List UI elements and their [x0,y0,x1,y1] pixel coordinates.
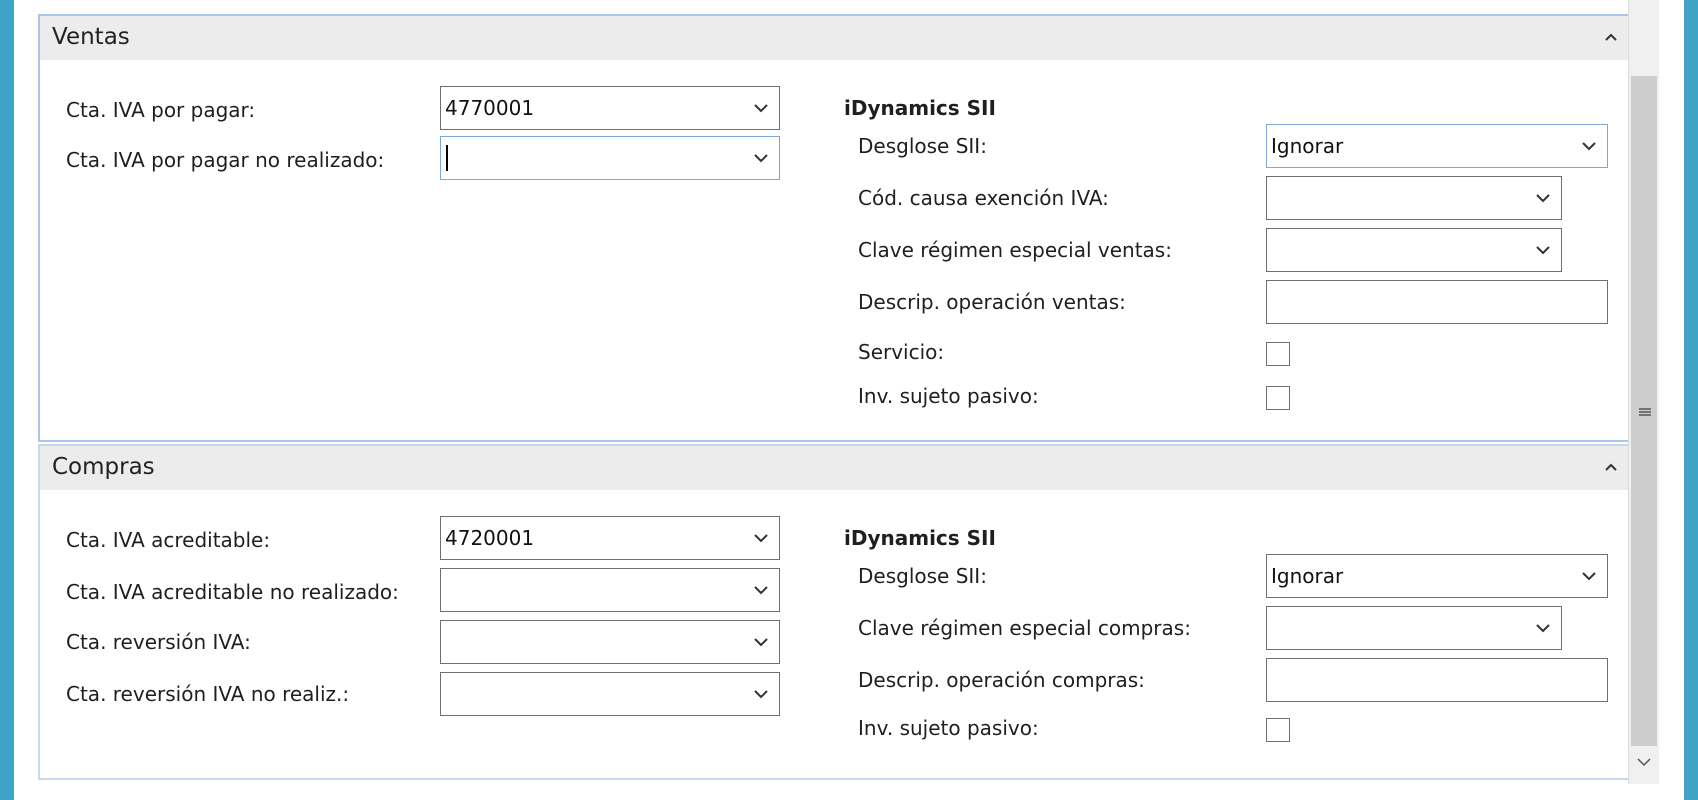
cod-causa-exencion-iva-select[interactable] [1266,176,1562,220]
chevron-up-icon[interactable] [1604,30,1618,44]
clave-regimen-especial-ventas-label: Clave régimen especial ventas: [858,238,1172,262]
cta-reversion-iva-no-realiz-label: Cta. reversión IVA no realiz.: [66,682,350,706]
cta-iva-por-pagar-select[interactable]: 4770001 [440,86,780,130]
inv-sujeto-pasivo-ventas-checkbox[interactable] [1266,386,1290,410]
desglose-sii-compras-label: Desglose SII: [858,564,987,588]
ventas-section: Ventas Cta. IVA por pagar: 4770001 Cta. … [38,14,1640,442]
desglose-sii-compras-select[interactable]: Ignorar [1266,554,1608,598]
compras-header[interactable]: Compras [40,446,1638,490]
chevron-down-icon[interactable] [753,636,769,648]
desglose-sii-value: Ignorar [1271,134,1344,158]
cta-iva-acreditable-no-realizado-label: Cta. IVA acreditable no realizado: [66,580,399,604]
cta-reversion-iva-no-realiz-select[interactable] [440,672,780,716]
descrip-operacion-ventas-input[interactable] [1266,280,1608,324]
cta-iva-acreditable-select[interactable]: 4720001 [440,516,780,560]
chevron-down-icon[interactable] [1636,756,1652,768]
clave-regimen-especial-compras-label: Clave régimen especial compras: [858,616,1191,640]
descrip-operacion-ventas-label: Descrip. operación ventas: [858,290,1126,314]
inv-sujeto-pasivo-compras-label: Inv. sujeto pasivo: [858,716,1039,740]
servicio-checkbox[interactable] [1266,342,1290,366]
chevron-down-icon[interactable] [753,584,769,596]
ventas-title: Ventas [52,24,130,50]
cta-iva-por-pagar-label: Cta. IVA por pagar: [66,98,256,122]
chevron-down-icon[interactable] [1535,192,1551,204]
chevron-down-icon[interactable] [1535,622,1551,634]
cta-iva-acreditable-label: Cta. IVA acreditable: [66,528,271,552]
clave-regimen-especial-ventas-select[interactable] [1266,228,1562,272]
vertical-scrollbar[interactable] [1628,0,1659,784]
cod-causa-exencion-iva-label: Cód. causa exención IVA: [858,186,1109,210]
clave-regimen-especial-compras-select[interactable] [1266,606,1562,650]
cta-iva-por-pagar-no-realizado-label: Cta. IVA por pagar no realizado: [66,148,385,172]
chevron-down-icon[interactable] [1581,570,1597,582]
desglose-sii-label: Desglose SII: [858,134,987,158]
inv-sujeto-pasivo-compras-checkbox[interactable] [1266,718,1290,742]
idynamics-sii-heading: iDynamics SII [844,96,996,120]
inv-sujeto-pasivo-ventas-label: Inv. sujeto pasivo: [858,384,1039,408]
servicio-label: Servicio: [858,340,945,364]
chevron-down-icon[interactable] [753,532,769,544]
cta-iva-por-pagar-value: 4770001 [445,96,535,120]
ventas-header[interactable]: Ventas [40,16,1638,60]
descrip-operacion-compras-label: Descrip. operación compras: [858,668,1145,692]
window-content: Ventas Cta. IVA por pagar: 4770001 Cta. … [14,0,1684,800]
text-cursor [446,145,448,171]
cta-iva-por-pagar-no-realizado-select[interactable] [440,136,780,180]
cta-reversion-iva-select[interactable] [440,620,780,664]
cta-reversion-iva-label: Cta. reversión IVA: [66,630,251,654]
scrollbar-thumb[interactable] [1631,76,1657,746]
chevron-down-icon[interactable] [753,152,769,164]
chevron-down-icon[interactable] [753,102,769,114]
idynamics-sii-heading-compras: iDynamics SII [844,526,996,550]
chevron-down-icon[interactable] [1581,140,1597,152]
chevron-down-icon[interactable] [1535,244,1551,256]
chevron-down-icon[interactable] [753,688,769,700]
descrip-operacion-compras-input[interactable] [1266,658,1608,702]
grip-icon [1639,408,1651,416]
chevron-up-icon[interactable] [1604,460,1618,474]
cta-iva-acreditable-no-realizado-select[interactable] [440,568,780,612]
compras-section: Compras Cta. IVA acreditable: 4720001 Ct… [38,444,1640,780]
compras-title: Compras [52,454,155,480]
desglose-sii-compras-value: Ignorar [1271,564,1344,588]
cta-iva-acreditable-value: 4720001 [445,526,535,550]
desglose-sii-select[interactable]: Ignorar [1266,124,1608,168]
